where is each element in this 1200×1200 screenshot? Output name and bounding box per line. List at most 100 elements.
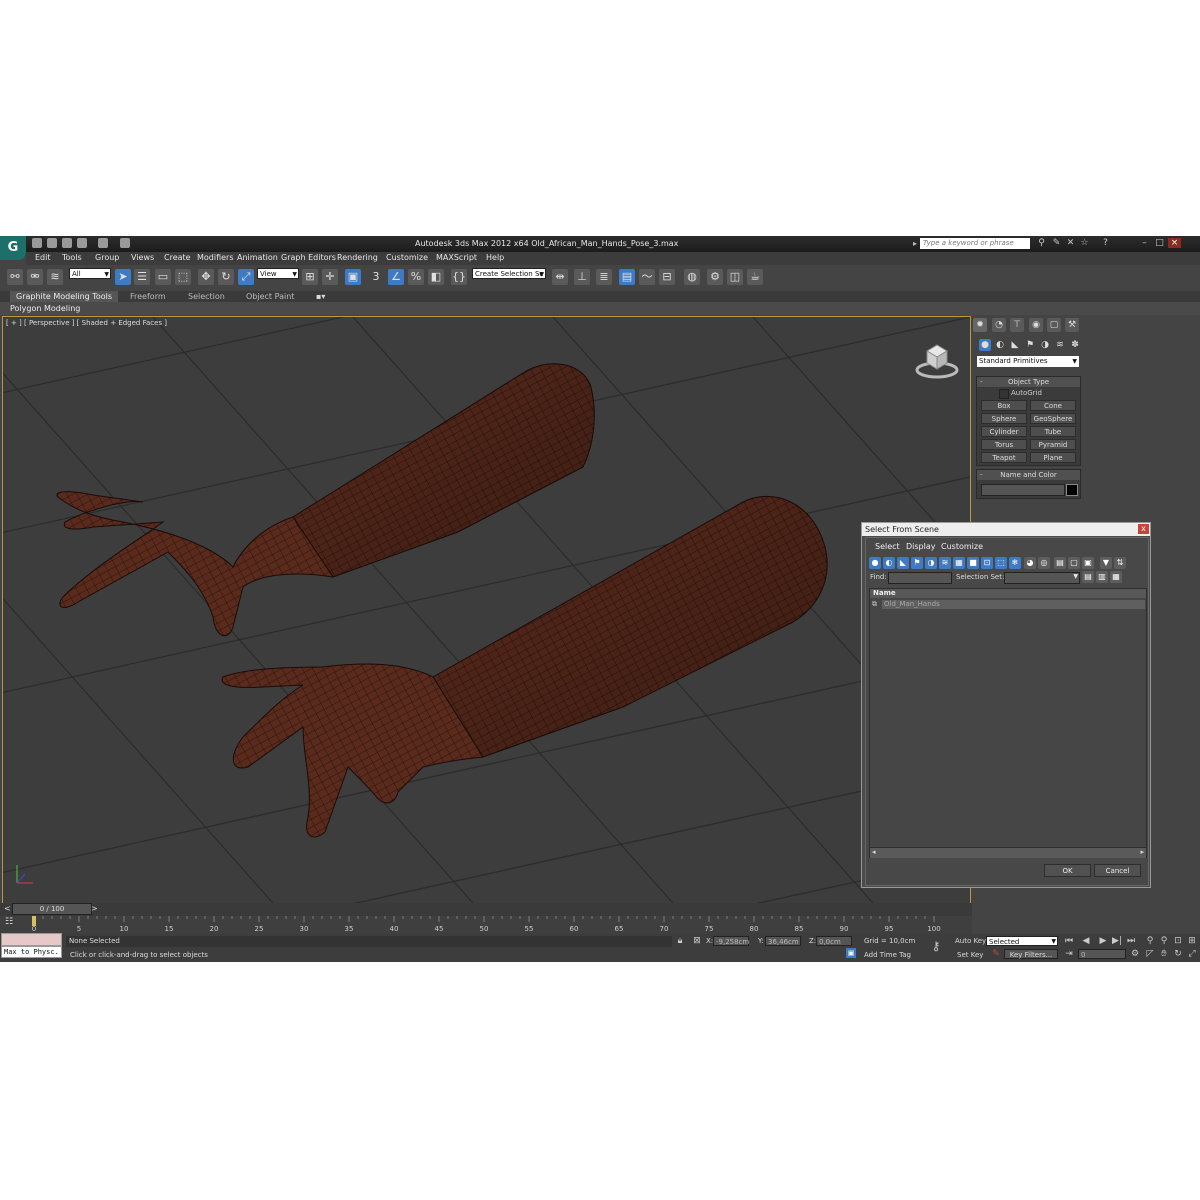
zoom-extents-icon[interactable]: ⊡ bbox=[1172, 935, 1184, 947]
cylinder-button[interactable]: Cylinder bbox=[981, 426, 1027, 437]
dialog-menu-select[interactable]: Select bbox=[875, 542, 900, 551]
align-icon[interactable]: ⊥ bbox=[574, 269, 590, 285]
play-icon[interactable]: ▶ bbox=[1097, 935, 1109, 947]
horizontal-scrollbar[interactable]: ◂ ▸ bbox=[870, 847, 1146, 858]
menu-modifiers[interactable]: Modifiers bbox=[197, 253, 234, 262]
object-color-swatch[interactable] bbox=[1066, 484, 1078, 496]
window-crossing-icon[interactable]: ⬚ bbox=[175, 269, 191, 285]
add-to-set-icon[interactable]: ▥ bbox=[1096, 571, 1108, 583]
zoom-extents-all-icon[interactable]: ⊞ bbox=[1186, 935, 1198, 947]
maxscript-listener-pink-pane[interactable] bbox=[1, 933, 62, 946]
selection-filter-dropdown[interactable]: All ▼ bbox=[69, 268, 111, 279]
layer-manager-icon[interactable]: ≣ bbox=[596, 269, 612, 285]
menu-views[interactable]: Views bbox=[131, 253, 154, 262]
pivot-center-icon[interactable]: ⊞ bbox=[302, 269, 318, 285]
tab-object-paint[interactable]: Object Paint bbox=[240, 291, 300, 302]
move-icon[interactable]: ✥ bbox=[198, 269, 214, 285]
select-all-icon[interactable]: ▤ bbox=[1054, 557, 1066, 569]
time-slider-prev-icon[interactable]: < bbox=[4, 904, 11, 913]
communication-icon[interactable]: ✕ bbox=[1066, 239, 1075, 248]
helpers-icon[interactable]: ◑ bbox=[1039, 339, 1051, 351]
cancel-button[interactable]: Cancel bbox=[1094, 864, 1141, 877]
name-column-header[interactable]: Name bbox=[870, 589, 1146, 598]
set-key-button[interactable]: Set Key bbox=[957, 951, 983, 959]
previous-frame-icon[interactable]: ◀ bbox=[1080, 935, 1092, 947]
geosphere-button[interactable]: GeoSphere bbox=[1030, 413, 1076, 424]
menu-edit[interactable]: Edit bbox=[35, 253, 51, 262]
maximize-button[interactable]: □ bbox=[1153, 238, 1166, 248]
rendered-frame-window-icon[interactable]: ◫ bbox=[727, 269, 743, 285]
snap-toggle-icon[interactable]: 3 bbox=[368, 269, 384, 285]
orbit-icon[interactable]: ↻ bbox=[1172, 948, 1184, 960]
select-invert-icon[interactable]: ▣ bbox=[1082, 557, 1094, 569]
viewport-label[interactable]: [ + ] [ Perspective ] [ Shaded + Edged F… bbox=[6, 319, 167, 327]
select-object-icon[interactable]: ➤ bbox=[115, 269, 131, 285]
selection-set-dropdown[interactable]: ▼ bbox=[1004, 572, 1080, 584]
new-file-icon[interactable] bbox=[32, 238, 42, 248]
viewcube-icon[interactable] bbox=[913, 337, 961, 381]
next-frame-icon[interactable]: ▶| bbox=[1111, 935, 1123, 947]
scene-object-list[interactable]: Name ⧉ Old_Man_Hands ◂ ▸ bbox=[869, 588, 1147, 858]
zoom-icon[interactable]: ⚲ bbox=[1144, 935, 1156, 947]
track-bar[interactable]: ☷ 0 5 10 15 20 25 30 35 40 45 50 55 60 65 70 75 80 85 90 95… bbox=[0, 916, 972, 934]
display-lights-icon[interactable]: ◣ bbox=[897, 557, 909, 569]
display-shapes-icon[interactable]: ◐ bbox=[883, 557, 895, 569]
bind-space-warp-icon[interactable]: ≋ bbox=[47, 269, 63, 285]
redo-icon[interactable] bbox=[98, 238, 108, 248]
display-spacewarps-icon[interactable]: ≋ bbox=[939, 557, 951, 569]
scale-icon[interactable]: ⤢ bbox=[238, 269, 254, 285]
minimize-button[interactable]: – bbox=[1138, 238, 1151, 248]
menu-rendering[interactable]: Rendering bbox=[337, 253, 378, 262]
select-by-name-icon[interactable]: ☰ bbox=[134, 269, 150, 285]
graphite-ribbon-toggle-icon[interactable]: ▤ bbox=[619, 269, 635, 285]
named-selection-sets-dropdown[interactable]: Create Selection Se ▼ bbox=[472, 268, 546, 279]
geometry-icon[interactable]: ● bbox=[979, 339, 991, 351]
display-xrefs-icon[interactable]: ■ bbox=[967, 557, 979, 569]
key-pencil-icon[interactable]: ✎ bbox=[990, 948, 1002, 960]
select-link-icon[interactable]: ⚯ bbox=[7, 269, 23, 285]
sort-filter-icon[interactable]: ⇅ bbox=[1114, 557, 1126, 569]
subscription-icon[interactable]: ✎ bbox=[1052, 239, 1061, 248]
x-coordinate-field[interactable]: -9,258cm bbox=[713, 936, 749, 946]
name-and-color-header[interactable]: - Name and Color bbox=[977, 470, 1080, 480]
maximize-viewport-icon[interactable]: ⤢ bbox=[1186, 948, 1198, 960]
keyboard-shortcut-override-icon[interactable]: ▣ bbox=[345, 269, 361, 285]
object-name-input[interactable] bbox=[981, 484, 1065, 496]
rectangular-selection-icon[interactable]: ▭ bbox=[155, 269, 171, 285]
expand-arrow-icon[interactable]: ▸ bbox=[913, 239, 917, 248]
angle-snap-icon[interactable]: ∠ bbox=[388, 269, 404, 285]
render-production-icon[interactable]: ☕ bbox=[747, 269, 763, 285]
spinner-snap-icon[interactable]: ◧ bbox=[428, 269, 444, 285]
box-button[interactable]: Box bbox=[981, 400, 1027, 411]
display-all-icon[interactable]: ◎ bbox=[1038, 557, 1050, 569]
display-tab-icon[interactable]: ▢ bbox=[1047, 318, 1061, 332]
autogrid-checkbox[interactable] bbox=[999, 389, 1009, 399]
binoculars-icon[interactable]: ⚲ bbox=[1037, 239, 1046, 248]
create-selection-set-icon[interactable]: ▤ bbox=[1082, 571, 1094, 583]
z-coordinate-field[interactable]: 0,0cm bbox=[816, 936, 852, 946]
app-logo-icon[interactable]: G bbox=[0, 236, 26, 260]
dialog-menu-display[interactable]: Display bbox=[906, 542, 936, 551]
edit-named-selection-icon[interactable]: {} bbox=[451, 269, 467, 285]
tab-graphite-modeling-tools[interactable]: Graphite Modeling Tools bbox=[10, 291, 119, 302]
go-to-start-icon[interactable]: ⏮ bbox=[1063, 935, 1075, 947]
primitive-category-dropdown[interactable]: Standard Primitives ▼ bbox=[977, 356, 1079, 367]
filter-icon[interactable]: ▼ bbox=[1100, 557, 1112, 569]
schematic-view-icon[interactable]: ⊟ bbox=[659, 269, 675, 285]
sphere-button[interactable]: Sphere bbox=[981, 413, 1027, 424]
motion-tab-icon[interactable]: ◉ bbox=[1029, 318, 1043, 332]
remove-from-set-icon[interactable]: ▦ bbox=[1110, 571, 1122, 583]
time-slider[interactable]: 0 / 100 < > bbox=[0, 903, 972, 916]
ribbon-options-icon[interactable]: ▪▾ bbox=[310, 291, 331, 302]
time-tag-icon[interactable]: ▣ bbox=[846, 948, 856, 958]
menu-maxscript[interactable]: MAXScript bbox=[436, 253, 477, 262]
teapot-button[interactable]: Teapot bbox=[981, 452, 1027, 463]
menu-tools[interactable]: Tools bbox=[62, 253, 82, 262]
key-filters-button[interactable]: Key Filters... bbox=[1004, 949, 1058, 959]
y-coordinate-field[interactable]: 36,46cm bbox=[765, 936, 801, 946]
render-setup-icon[interactable]: ⚙ bbox=[707, 269, 723, 285]
display-cameras-icon[interactable]: ⚑ bbox=[911, 557, 923, 569]
cone-button[interactable]: Cone bbox=[1030, 400, 1076, 411]
auto-key-button[interactable]: Auto Key bbox=[955, 937, 986, 945]
perspective-viewport[interactable]: [ + ] [ Perspective ] [ Shaded + Edged F… bbox=[2, 316, 971, 904]
